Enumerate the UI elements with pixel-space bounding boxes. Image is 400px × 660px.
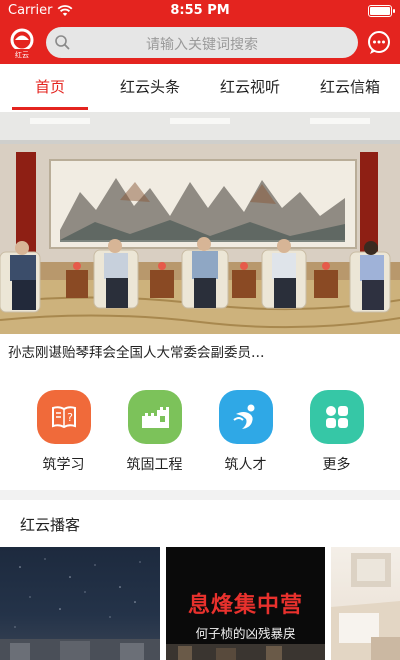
feature-more[interactable]: 更多 [302, 374, 372, 490]
podcast-card[interactable] [331, 547, 400, 660]
tab-home[interactable]: 首页 [0, 64, 100, 112]
podcast-card-title: 息烽集中营 [187, 592, 303, 618]
status-bar: Carrier 8:55 PM [0, 0, 400, 22]
hero-caption[interactable]: 孙志刚谌贻琴拜会全国人大常委会副委员… [0, 334, 400, 374]
feature-label: 筑学习 [42, 457, 85, 473]
hero-image[interactable] [0, 112, 400, 334]
feature-label: 筑固工程 [126, 457, 183, 473]
tab-bar: 首页 红云头条 红云视听 红云信箱 [0, 64, 400, 112]
person-icon [218, 390, 273, 444]
podcast-card[interactable] [0, 547, 160, 660]
message-icon[interactable] [366, 30, 392, 56]
feature-label: 更多 [322, 457, 351, 473]
search-placeholder: 请输入关键词搜索 [146, 37, 258, 53]
status-time: 8:55 PM [170, 3, 230, 18]
great-wall-icon [127, 390, 182, 444]
feature-grid: ? 筑学习 筑固工程 筑人才 更多 [0, 374, 400, 490]
podcast-thumbnail [0, 558, 160, 660]
feature-consolidate[interactable]: 筑固工程 [120, 374, 190, 490]
app-header: Carrier 8:55 PM 红云 请输入关键词搜索 [0, 0, 400, 64]
hero-photo [0, 112, 400, 334]
app-logo[interactable]: 红云 [6, 27, 38, 59]
feature-label: 筑人才 [224, 457, 267, 473]
logo-text: 红云 [15, 50, 29, 59]
tab-mailbox[interactable]: 红云信箱 [300, 64, 400, 112]
book-question-icon: ? [36, 390, 91, 444]
podcast-thumbnail-strip [166, 644, 325, 660]
tab-video[interactable]: 红云视听 [200, 64, 300, 112]
battery-icon [368, 5, 395, 17]
podcast-thumbnail [331, 553, 400, 660]
search-bar[interactable]: 请输入关键词搜索 [46, 27, 358, 58]
grid-icon [309, 390, 364, 444]
tab-headlines[interactable]: 红云头条 [100, 64, 200, 112]
section-title: 红云播客 [20, 516, 81, 534]
feature-talent[interactable]: 筑人才 [211, 374, 281, 490]
podcast-section: 红云播客 息烽集中营 何子桢的凶残暴戾 [0, 500, 400, 660]
svg-text:?: ? [67, 411, 73, 424]
podcast-card[interactable]: 息烽集中营 何子桢的凶残暴戾 [166, 547, 325, 660]
feature-study[interactable]: ? 筑学习 [29, 374, 99, 490]
